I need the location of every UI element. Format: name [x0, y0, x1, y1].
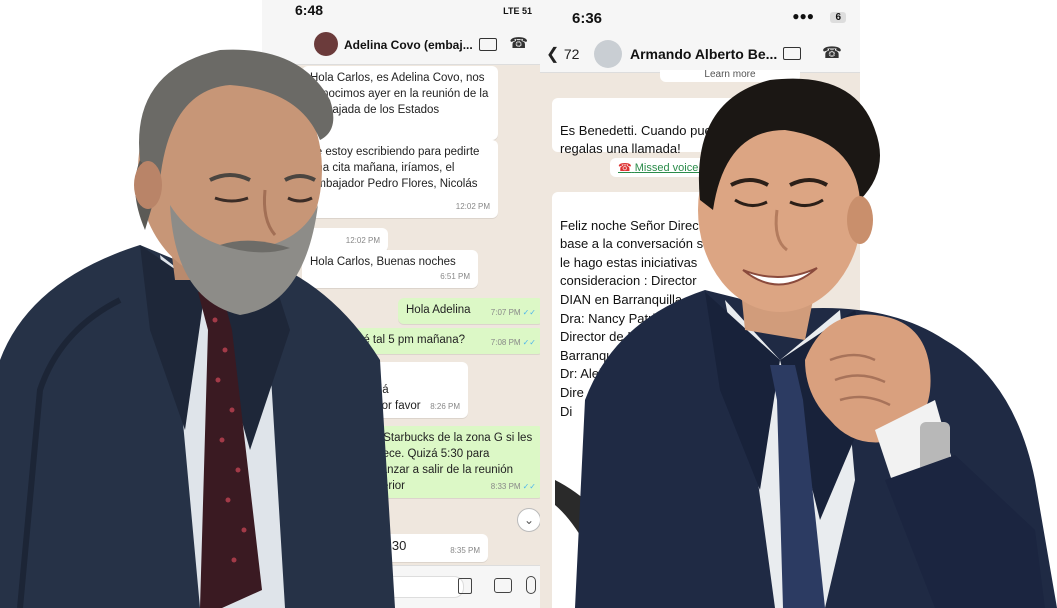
status-time: 6:48	[295, 2, 324, 18]
message-time: 8:26 PM	[430, 402, 460, 411]
read-receipt-icon: ✓✓	[522, 482, 536, 491]
battery-indicator: 6	[830, 12, 846, 23]
network-label: LTE	[503, 6, 520, 16]
sticker-icon[interactable]	[458, 578, 472, 594]
network-indicator: LTE 51	[503, 6, 532, 16]
scroll-down-icon[interactable]: ⌄	[517, 508, 541, 532]
person-right-photo	[555, 60, 1057, 608]
status-bar: 6:48 LTE 51	[262, 0, 542, 26]
video-call-icon[interactable]	[479, 38, 497, 51]
message-time: 7:08 PM ✓✓	[490, 338, 536, 347]
battery-label: 51	[521, 6, 532, 16]
read-receipt-icon: ✓✓	[522, 308, 536, 317]
message-time: 7:07 PM ✓✓	[490, 308, 536, 317]
message-time: 8:33 PM ✓✓	[490, 482, 536, 491]
camera-icon[interactable]	[494, 578, 512, 593]
status-time: 6:36	[572, 10, 603, 27]
message-time: 12:02 PM	[455, 202, 490, 211]
message-time: 6:51 PM	[440, 272, 470, 281]
video-call-icon[interactable]	[783, 47, 801, 60]
message-bubble-outgoing: Hola Adelina 7:07 PM ✓✓	[398, 298, 542, 324]
message-time: 8:35 PM	[450, 546, 480, 555]
wifi-icon: ●●●	[792, 9, 814, 23]
message-text: Hola Adelina	[406, 304, 471, 316]
status-bar: 6:36 ●●● 6	[540, 0, 860, 36]
phone-call-icon[interactable]: ☎	[509, 34, 528, 52]
read-receipt-icon: ✓✓	[522, 338, 536, 347]
microphone-icon[interactable]	[526, 576, 536, 594]
person-left-photo	[0, 30, 400, 608]
